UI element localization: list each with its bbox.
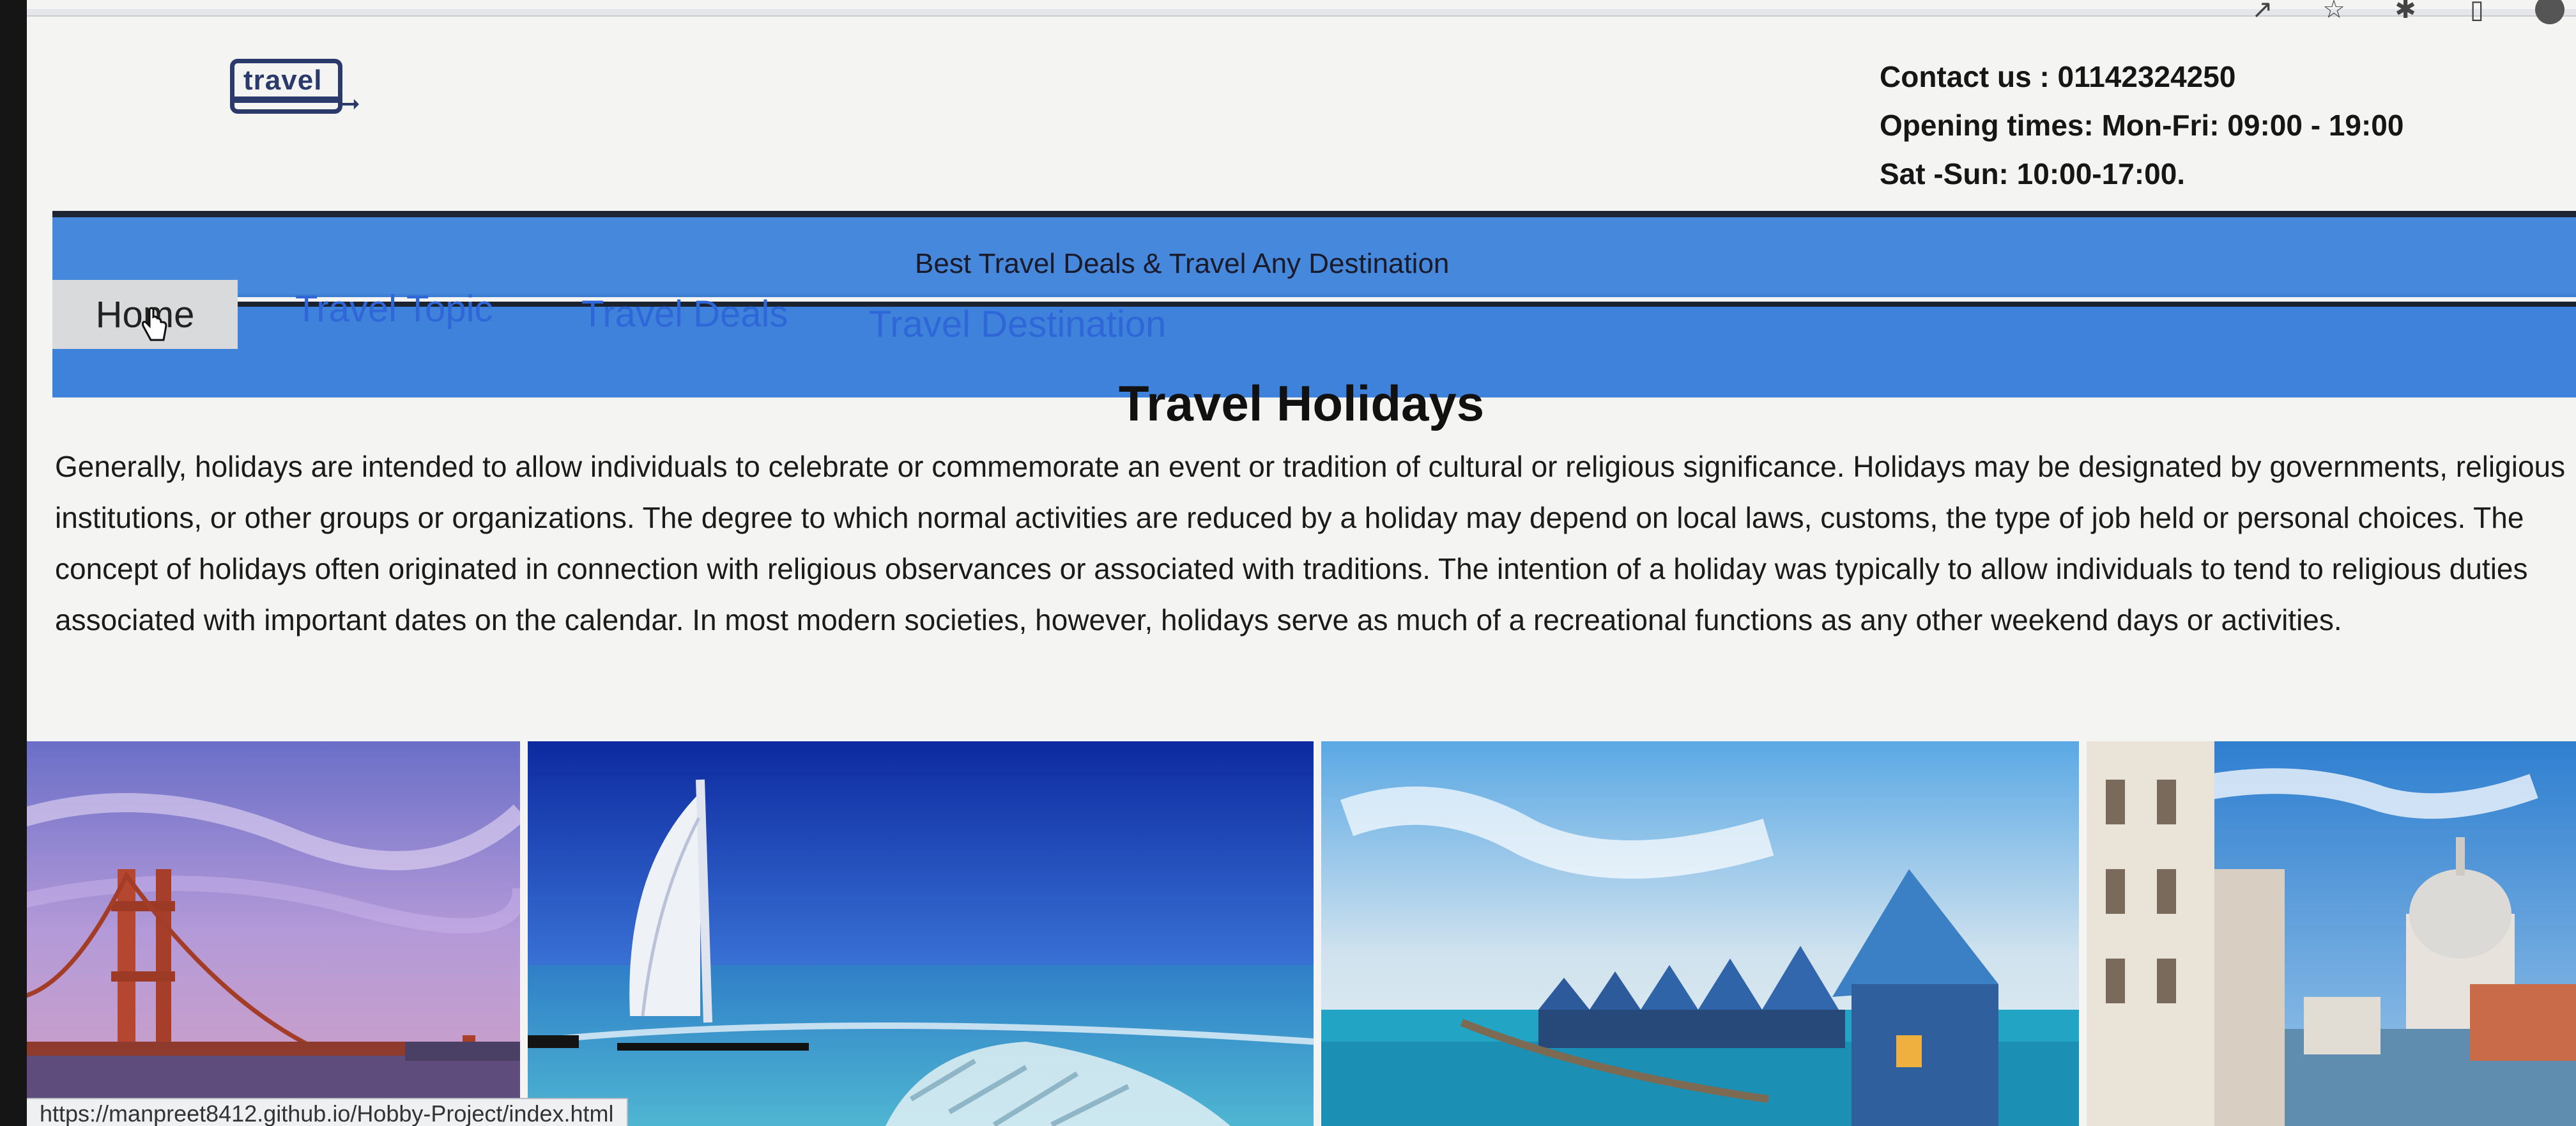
photo-overwater-bungalows[interactable] xyxy=(1321,741,2079,1126)
reading-list-icon[interactable]: ▯ xyxy=(2464,0,2490,23)
bookmark-star-icon[interactable]: ☆ xyxy=(2320,0,2347,23)
banner-tagline: Best Travel Deals & Travel Any Destinati… xyxy=(915,248,1450,279)
overwater-bungalows-image xyxy=(1321,741,2079,1126)
photo-gallery xyxy=(27,741,2576,1126)
logo-text: travel xyxy=(243,65,323,96)
travel-logo[interactable]: travel xyxy=(230,59,342,114)
page-title: Travel Holidays xyxy=(1118,375,1485,431)
share-icon[interactable]: ↗ xyxy=(2249,0,2276,23)
contact-info: Contact us : 01142324250 Opening times: … xyxy=(1880,52,2404,198)
web-page: ↗ ☆ ✱ ▯ travel ➞ Contact us : 0114232425… xyxy=(27,0,2576,1126)
extensions-icon[interactable]: ✱ xyxy=(2392,0,2419,23)
opening-times-weekday: Opening times: Mon-Fri: 09:00 - 19:00 xyxy=(1880,109,2404,142)
venice-canal-image xyxy=(2087,741,2576,1126)
logo-arrow-icon: ➞ xyxy=(340,91,360,118)
intro-paragraph: Generally, holidays are intended to allo… xyxy=(55,450,2566,636)
browser-toolbar-icons: ↗ ☆ ✱ ▯ xyxy=(2249,0,2564,24)
burj-al-arab-image xyxy=(528,741,1314,1126)
opening-times-weekend: Sat -Sun: 10:00-17:00. xyxy=(1880,157,2186,190)
browser-toolbar-edge xyxy=(27,9,2576,17)
photo-venice-canal[interactable] xyxy=(2087,741,2576,1126)
profile-avatar[interactable] xyxy=(2535,0,2564,24)
nav-travel-topic-link[interactable]: Travel Topic xyxy=(295,288,493,330)
nav-travel-destination-link[interactable]: Travel Destination xyxy=(869,303,1166,346)
nav-travel-deals-link[interactable]: Travel Deals xyxy=(581,293,788,335)
hand-pointer-icon xyxy=(142,307,167,341)
logo-bar xyxy=(234,96,338,103)
contact-phone: Contact us : 01142324250 xyxy=(1880,60,2236,93)
link-preview-status: https://manpreet8412.github.io/Hobby-Pro… xyxy=(27,1098,628,1126)
photo-golden-gate-bridge[interactable] xyxy=(27,741,520,1126)
golden-gate-image xyxy=(27,741,520,1126)
photo-burj-al-arab[interactable] xyxy=(528,741,1314,1126)
